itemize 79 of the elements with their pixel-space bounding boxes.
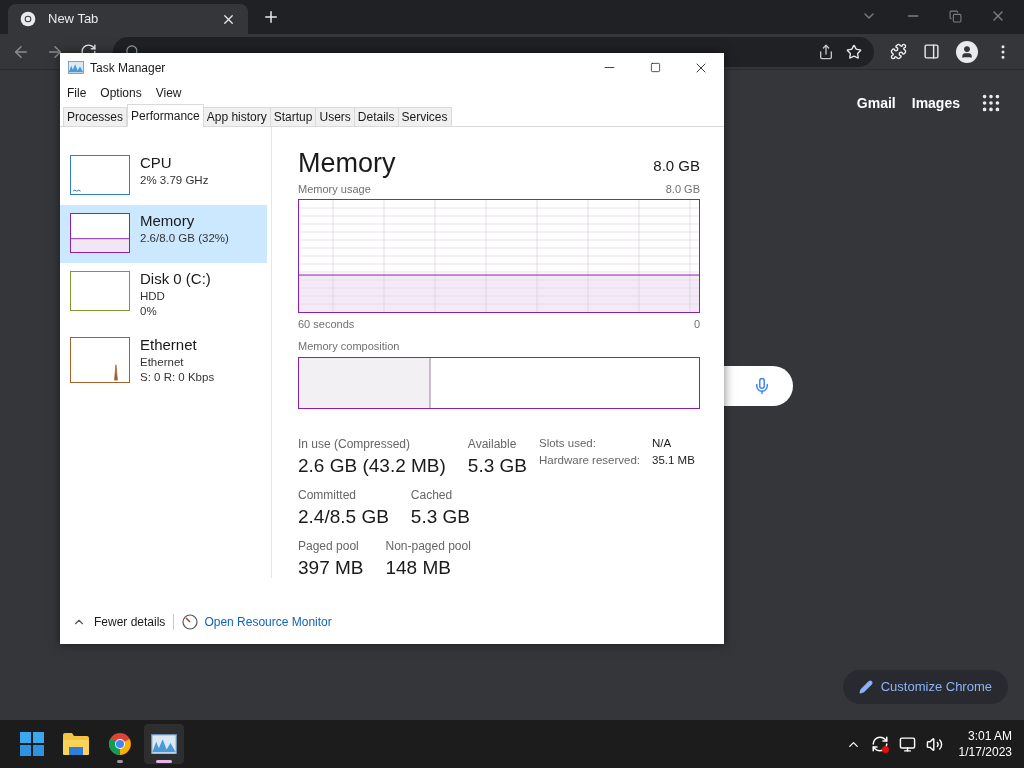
- menu-item[interactable]: View: [155, 83, 182, 102]
- bookmark-star-icon[interactable]: [846, 43, 862, 60]
- customize-chrome-button[interactable]: Customize Chrome: [842, 670, 1008, 704]
- windows-logo-icon: [20, 732, 44, 756]
- chart-window-icon: [68, 61, 84, 74]
- graph-label: Memory composition: [298, 339, 401, 354]
- tab-title: New Tab: [48, 10, 100, 29]
- tab[interactable]: Details: [353, 107, 399, 127]
- tab[interactable]: Startup: [269, 107, 317, 127]
- tab[interactable]: Users: [315, 107, 355, 127]
- resource-item[interactable]: Ethernet Ethernet S: 0 R: 0 Kbps: [60, 329, 267, 395]
- detail-value: 35.1 MB: [652, 452, 695, 468]
- apps-grid-icon[interactable]: [980, 92, 1002, 114]
- header-link[interactable]: Images: [911, 92, 960, 114]
- gauge-icon: [182, 614, 199, 630]
- tab[interactable]: Services: [397, 107, 452, 127]
- tab[interactable]: Processes: [63, 107, 128, 127]
- axis-start-label: 60 seconds: [298, 316, 355, 332]
- stat-label: Committed: [298, 486, 357, 504]
- chrome-logo-icon: [20, 11, 36, 27]
- resource-name: Disk 0 (C:): [140, 269, 211, 289]
- resource-detail: HDD: [140, 289, 166, 304]
- axis-end-label: 0: [693, 316, 700, 332]
- resource-detail: Ethernet: [140, 355, 185, 370]
- stat-label: In use (Compressed): [298, 435, 412, 453]
- stat-value: 5.3 GB: [410, 504, 470, 529]
- stat-label: Non-paged pool: [385, 537, 471, 555]
- open-resource-monitor-link[interactable]: Open Resource Monitor: [204, 613, 332, 631]
- extensions-icon[interactable]: [890, 43, 907, 60]
- resource-name: Memory: [140, 211, 196, 231]
- tab[interactable]: Performance: [127, 104, 204, 127]
- resource-item[interactable]: Memory 2.6/8.0 GB (32%): [60, 205, 267, 263]
- resource-detail: 0%: [140, 304, 158, 319]
- side-panel-icon[interactable]: [923, 43, 940, 60]
- taskbar-app-button[interactable]: [144, 724, 184, 764]
- resource-name: CPU: [140, 153, 173, 173]
- stat-label: Paged pool: [298, 537, 360, 555]
- header-link[interactable]: Gmail: [856, 92, 896, 114]
- menu-item[interactable]: File: [67, 83, 87, 102]
- total-memory: 8.0 GB: [653, 155, 700, 176]
- resource-detail: S: 0 R: 0 Kbps: [140, 370, 215, 385]
- new-tab-icon[interactable]: [262, 8, 280, 26]
- detail-label: Hardware reserved:: [539, 452, 640, 468]
- chart-window-icon: [151, 733, 177, 755]
- running-indicator: [156, 760, 172, 763]
- clock-date[interactable]: 1/17/2023: [958, 744, 1012, 760]
- stat-value: 148 MB: [385, 555, 452, 580]
- graph-max-label: 8.0 GB: [665, 182, 700, 197]
- detail-label: Slots used:: [539, 435, 597, 451]
- stat-value: 2.4/8.5 GB: [298, 504, 389, 529]
- resource-detail: 2% 3.79 GHz: [140, 173, 209, 188]
- resource-item[interactable]: Disk 0 (C:) HDD 0%: [60, 263, 267, 329]
- fewer-details-link[interactable]: Fewer details: [94, 613, 166, 631]
- microphone-icon[interactable]: [753, 377, 771, 395]
- stat-value: 5.3 GB: [467, 453, 527, 478]
- share-icon[interactable]: [818, 43, 834, 60]
- tab[interactable]: App history: [202, 107, 271, 127]
- sync-icon[interactable]: [870, 735, 889, 753]
- volume-icon[interactable]: [925, 735, 943, 753]
- stat-value: 397 MB: [298, 555, 364, 580]
- running-indicator: [117, 760, 123, 763]
- clock-time[interactable]: 3:01 AM: [967, 728, 1012, 744]
- chrome-logo-icon: [108, 732, 132, 756]
- graph-label: Memory usage: [298, 182, 371, 197]
- pencil-icon: [858, 680, 873, 694]
- resource-name: Ethernet: [140, 335, 198, 355]
- stat-label: Cached: [410, 486, 454, 504]
- window-title: Task Manager: [90, 59, 167, 77]
- resource-item[interactable]: CPU 2% 3.79 GHz: [60, 147, 267, 205]
- folder-icon: [63, 733, 89, 755]
- panel-heading: Memory: [298, 147, 396, 179]
- profile-avatar[interactable]: [956, 40, 978, 63]
- menu-item[interactable]: Options: [100, 83, 142, 102]
- restore-icon[interactable]: [949, 9, 962, 23]
- network-icon[interactable]: [898, 735, 916, 753]
- resource-detail: 2.6/8.0 GB (32%): [140, 231, 229, 246]
- stat-value: 2.6 GB (43.2 MB): [298, 453, 446, 478]
- stat-label: Available: [467, 435, 518, 453]
- detail-value: N/A: [652, 435, 673, 451]
